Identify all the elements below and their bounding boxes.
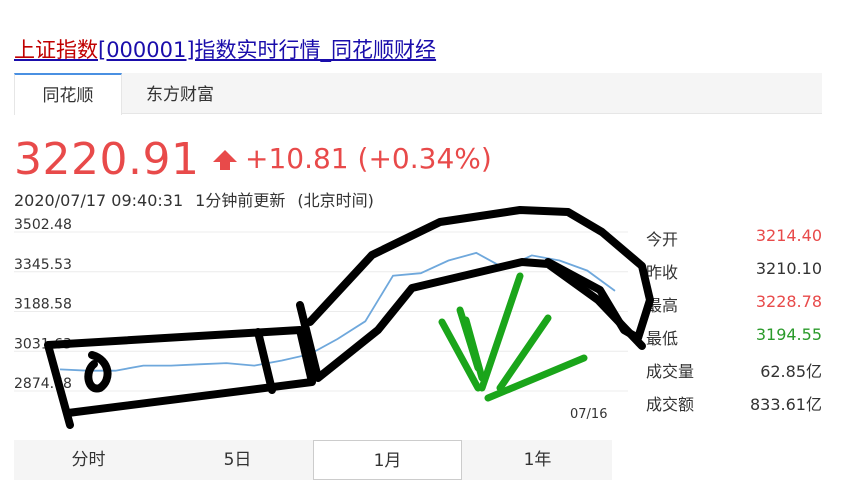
y-tick-label: 2874.68 — [14, 376, 72, 392]
stat-value: 3214.40 — [755, 226, 822, 245]
period-1y[interactable]: 1年 — [463, 440, 612, 480]
stat-value: 833.61亿 — [750, 395, 822, 414]
period-selector: 分时 5日 1月 1年 — [14, 440, 612, 480]
up-arrow-icon — [213, 150, 237, 170]
stats-panel: 今开 3214.40 昨收 3210.10 最高 3228.78 最低 3194.55 … — [646, 226, 822, 424]
tab-eastmoney[interactable]: 东方财富 — [146, 73, 214, 113]
stat-prev-close: 昨收 3210.10 — [646, 259, 822, 282]
stat-value: 3210.10 — [755, 259, 822, 278]
source-tabs: 同花顺 东方财富 — [14, 73, 822, 115]
stat-value: 62.85亿 — [760, 362, 822, 381]
page-title-link[interactable]: 上证指数[000001]指数实时行情_同花顺财经 — [14, 34, 436, 64]
price-change: +10.81 (+0.34%) — [213, 142, 492, 175]
stat-turnover: 成交额 833.61亿 — [646, 391, 822, 424]
stat-value: 3194.55 — [755, 325, 822, 344]
y-tick-label: 3188.58 — [14, 297, 72, 313]
quote-meta: 2020/07/17 09:40:31 1分钟前更新 (北京时间) — [14, 187, 386, 211]
title-highlight: 上证指数 — [14, 38, 98, 62]
y-tick-label: 3031.63 — [14, 336, 72, 352]
quote-datetime: 2020/07/17 09:40:31 — [14, 191, 184, 210]
stat-open: 今开 3214.40 — [646, 226, 822, 249]
update-note: 1分钟前更新 — [195, 191, 286, 210]
period-1m[interactable]: 1月 — [313, 440, 462, 480]
y-tick-label: 3502.48 — [14, 217, 72, 233]
stat-volume: 成交量 62.85亿 — [646, 358, 822, 391]
y-tick-label: 3345.53 — [14, 257, 72, 273]
index-line-chart: 3502.48 3345.53 3188.58 3031.63 2874.68 07/16 — [14, 217, 628, 422]
stat-low: 最低 3194.55 — [646, 325, 822, 348]
stat-high: 最高 3228.78 — [646, 292, 822, 315]
stat-value: 3228.78 — [755, 292, 822, 311]
change-percent: (+0.34%) — [357, 142, 492, 175]
period-intraday[interactable]: 分时 — [14, 440, 163, 480]
tab-tonghuashun[interactable]: 同花顺 — [14, 73, 122, 115]
change-value: +10.81 — [245, 142, 349, 175]
period-5d[interactable]: 5日 — [163, 440, 312, 480]
title-rest: [000001]指数实时行情_同花顺财经 — [98, 38, 437, 62]
x-tick-label: 07/16 — [570, 407, 607, 422]
current-price: 3220.91 — [14, 134, 200, 185]
timezone-note: (北京时间) — [297, 191, 374, 210]
